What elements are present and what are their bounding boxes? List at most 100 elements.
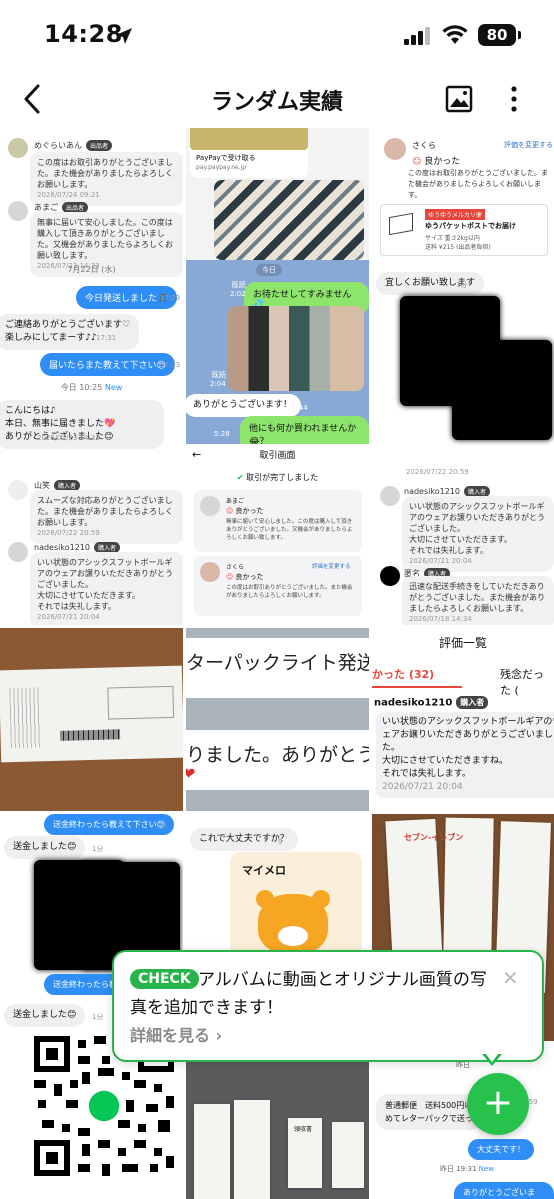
shipping-size: サイズ 重さ2kg以内 <box>425 235 480 242</box>
change-rating-link: 評価を変更する <box>504 141 553 149</box>
chat-text-line: ターパックライト発送お願 <box>186 652 369 674</box>
avatar <box>380 486 400 506</box>
username: さくら <box>226 564 245 571</box>
grid-image-chat-1[interactable]: めぐらいあん 出品者 この度はお取引ありがとうございました。また機会がありましたら… <box>0 128 183 625</box>
review-date: 2026/07/23 14:23 <box>37 434 100 442</box>
battery-tip <box>518 31 521 39</box>
username: めぐらいあん <box>34 141 82 150</box>
avatar <box>8 542 28 562</box>
chat-text-line: りました。ありがとうご <box>186 744 369 766</box>
grid-image-review-list[interactable]: 評価一覧 かった (32) 残念だった ( nadesiko1210 購入者 いい… <box>372 628 554 811</box>
separator-time: 今日 10:25 <box>60 383 103 392</box>
new-label: New <box>478 1165 494 1173</box>
username: あまご <box>34 203 58 212</box>
message-time: 17:33 <box>160 361 181 369</box>
username: nadesiko1210 <box>34 543 90 552</box>
receipt-heading: 領収書 <box>294 1126 313 1133</box>
message-time: 2分 <box>156 822 168 830</box>
message-time: 1分 <box>92 845 104 853</box>
shipping-method: ゆうパケットポストでお届け <box>425 222 516 230</box>
paypay-banner <box>190 128 308 150</box>
review-text: スムーズな対応ありがとうございました。また機会がありましたらよろしくお願いします… <box>37 496 173 527</box>
review-message: スムーズな対応ありがとうございました。また機会がありましたらよろしくお願いします… <box>30 490 183 544</box>
grid-image-shipping-label[interactable] <box>0 628 183 811</box>
grid-image-chat-2[interactable]: PayPayで受け取る pay.paypay.ne.jp 今日 お待たせしてすみ… <box>186 128 369 444</box>
grid-image-transaction[interactable]: ← 取引画面 ✔ 取引が完了しました あまご ☺ 良かった 無事に届いて安心しま… <box>186 446 369 625</box>
review-message: いい状態のアシックスフットボールギアのウェアお譲りいただきありがとうございました… <box>30 552 183 625</box>
message-time: 1分 <box>456 281 468 289</box>
tab-indicator <box>372 686 462 688</box>
review-text: いい状態のアシックスフットボールギアのウェアお譲りいただきありがとうございました… <box>37 558 173 611</box>
avatar <box>8 201 28 221</box>
barcode <box>60 729 121 741</box>
shipping-tag: ゆうゆうメルカリ便 <box>425 209 485 220</box>
message-time: 2:44 <box>292 404 308 412</box>
blurred-photo <box>228 306 364 391</box>
rating-label: 良かった <box>424 157 461 167</box>
grid-image-text-closeup[interactable]: ターパックライト発送お願 りました。ありがとうご ❤ <box>186 628 369 811</box>
review-text: この度はお取引ありがとうございました。また機会がありましたらよろしくお願いします… <box>408 169 548 199</box>
sent-message: 大丈夫です！ <box>468 1139 534 1160</box>
review-card: さくら 評価を変更する ☺ 良かった この度はお取引ありがとうございました。また… <box>194 556 362 616</box>
image-select-icon[interactable] <box>444 84 474 114</box>
grid-image-review-1[interactable]: さくら 評価を変更する ☺ 良かった この度はお取引ありがとうございました。また… <box>372 128 554 625</box>
details-link-label: 詳細を見る <box>130 1026 211 1045</box>
message-time: 1分 <box>92 1013 104 1021</box>
more-vertical-icon[interactable] <box>508 84 520 114</box>
complete-label: 取引が完了しました <box>246 473 319 482</box>
review-message: いい状態のアシックスフットボールギアのウェアお譲りいただきありがとうございました… <box>402 496 554 572</box>
wifi-icon <box>442 25 468 44</box>
close-icon[interactable]: ✕ <box>502 966 519 990</box>
received-message: 宜しくお願い致します <box>376 272 485 295</box>
label-paper <box>0 665 183 763</box>
message-time: 5:28 <box>214 430 230 438</box>
review-date: 2026/07/22 20:59 <box>37 529 100 537</box>
role-badge: 出品者 <box>86 140 113 151</box>
details-link[interactable]: 詳細を見る › <box>130 1022 222 1046</box>
review-date: 2026/07/21 20:04 <box>382 782 463 792</box>
review-date: 2026/07/24 09:21 <box>37 191 100 199</box>
clock: 14:28 <box>44 20 123 48</box>
heart-icon: ❤ <box>186 764 196 783</box>
review-message: いい状態のアシックスフットボールギアのウェアお譲りいただきありがとうございました… <box>376 712 554 798</box>
grid-image-chat-5[interactable]: 昨日 普通郵便 送料500円以 めてレターパックで送っ 1:59 大丈夫です！ … <box>372 1044 554 1199</box>
review-message: 2026/07/23 14:23 <box>30 428 183 449</box>
new-label: New <box>104 383 123 392</box>
review-text: いい状態のアシックスフットボールギアのウェアお譲りいただきありがとうございました… <box>409 502 545 555</box>
tab-good: かった (32) <box>372 668 435 681</box>
grid-image-receipts-2[interactable]: 領収書 <box>186 1044 369 1199</box>
location-arrow-icon <box>116 28 132 44</box>
album-feature-tooltip[interactable]: アルバムに動画とオリジナル画質の写真を追加できます！ CHECK 詳細を見る ›… <box>112 950 544 1062</box>
review-list-title: 評価一覧 <box>438 636 487 650</box>
received-message: 送金しました😊 <box>4 836 86 859</box>
review-text: この度はお取引ありがとうございました。また機会がありましたらよろしくお願いします… <box>226 585 353 599</box>
sent-message: ありがとうございます！ <box>454 1182 554 1199</box>
avatar <box>384 138 406 160</box>
receipt <box>194 1104 230 1199</box>
bear-muzzle <box>278 926 308 946</box>
review-message: 迅速な配送手続きをしていただきありがとうございました。また機会がありましたらよろ… <box>402 576 554 625</box>
today-separator: 今日 10:25 New <box>0 382 183 393</box>
bear-ear-right <box>312 890 330 908</box>
smile-icon: ☺ <box>226 573 234 581</box>
add-button[interactable]: + <box>467 1073 529 1135</box>
striped-photo <box>214 180 364 260</box>
avatar <box>8 480 28 500</box>
sent-message: 送金終わったら教えて下さい😊 <box>44 814 174 835</box>
review-date: 2026/07/18 14:34 <box>409 615 472 623</box>
shipping-card: ゆうゆうメルカリ便 ゆうパケットポストでお届け サイズ 重さ2kg以内 送料 ¥… <box>380 204 548 256</box>
review-message: この度はお取引ありがとうございました。また機会がありましたらよろしくお願いします… <box>30 152 183 206</box>
sticker-label: マイメロ <box>242 864 286 877</box>
box-icon <box>389 212 413 236</box>
tooltip-tail-inner <box>485 1053 499 1062</box>
review-date: 2026/07/22 20:59 <box>406 468 469 476</box>
rating-row: ☺ 良かった <box>226 506 264 516</box>
review-card: あまご ☺ 良かった 無事に届いて安心しました。この度は購入して頂きありがとうご… <box>194 490 362 552</box>
paypay-card: PayPayで受け取る pay.paypay.ne.jp <box>190 128 308 178</box>
stripe <box>186 698 369 730</box>
username: あまご <box>226 498 245 505</box>
redacted-image <box>452 340 552 440</box>
smile-icon: ☺ <box>226 507 234 515</box>
status-bar: 14:28 80 <box>0 0 554 72</box>
message-time: 17:29 <box>160 294 181 302</box>
